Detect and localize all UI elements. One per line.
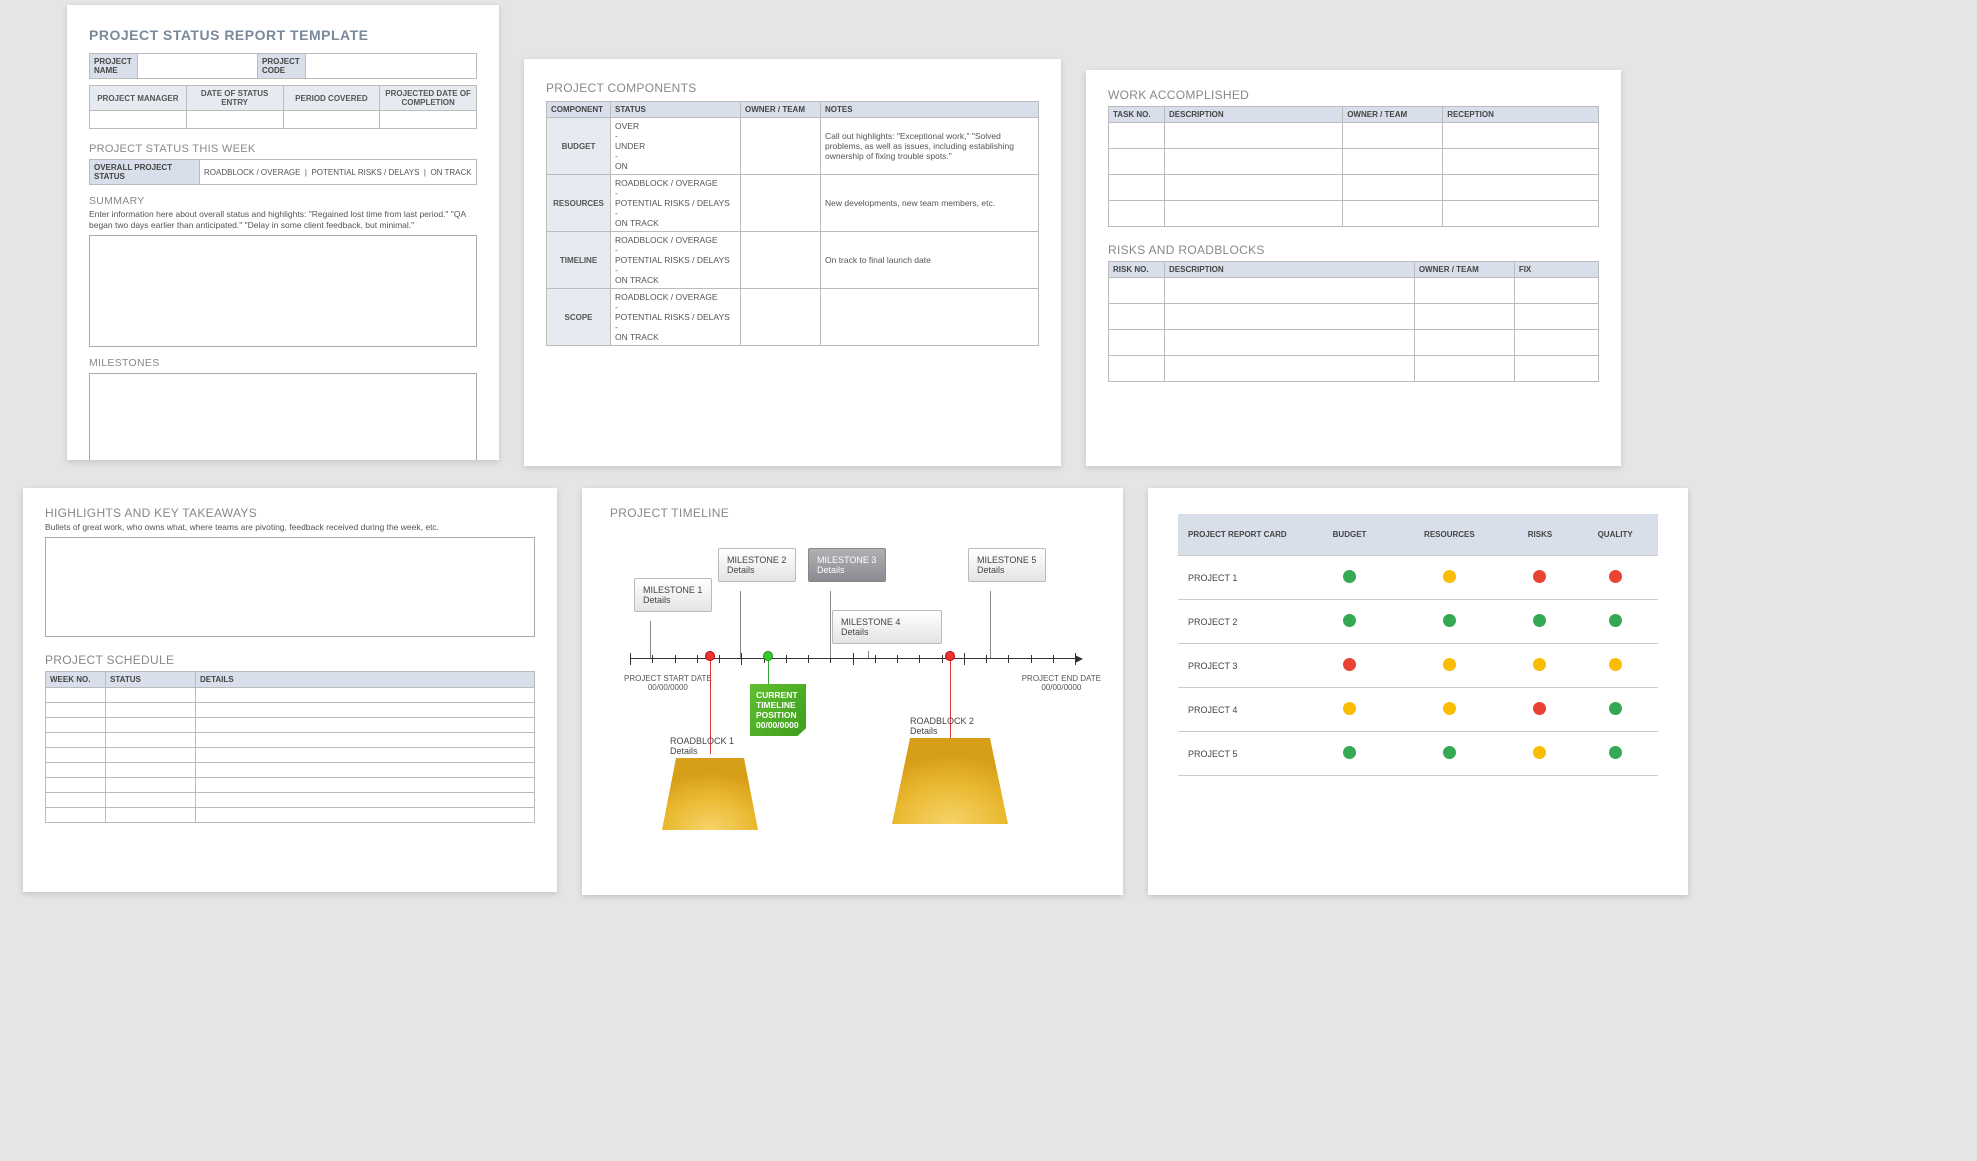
status-dot (1533, 570, 1546, 583)
page-4: HIGHLIGHTS AND KEY TAKEAWAYS Bullets of … (23, 488, 557, 892)
status-week-title: PROJECT STATUS THIS WEEK (89, 143, 477, 155)
highlights-help: Bullets of great work, who owns what, wh… (45, 522, 535, 533)
page-1: PROJECT STATUS REPORT TEMPLATE PROJECT N… (67, 5, 499, 460)
components-table: COMPONENT STATUS OWNER / TEAM NOTES BUDG… (546, 101, 1039, 346)
status-dot (1343, 570, 1356, 583)
trapezoid-icon (892, 738, 1008, 824)
label-project-code: PROJECT CODE (258, 54, 306, 79)
label-project-name: PROJECT NAME (90, 54, 138, 79)
work-table: TASK NO.DESCRIPTIONOWNER / TEAMRECEPTION (1108, 106, 1599, 227)
project-meta-table: PROJECT NAME PROJECT CODE (89, 53, 477, 79)
current-position-dot (763, 651, 773, 661)
page-5: PROJECT TIMELINE PROJECT START DATE00/00… (582, 488, 1123, 895)
risks-title: RISKS AND ROADBLOCKS (1108, 243, 1599, 257)
risks-table: RISK NO.DESCRIPTIONOWNER / TEAMFIX (1108, 261, 1599, 382)
page-2: PROJECT COMPONENTS COMPONENT STATUS OWNE… (524, 59, 1061, 466)
roadblock-2-dot (945, 651, 955, 661)
milestone-1: MILESTONE 1Details (634, 578, 712, 612)
start-date-label: PROJECT START DATE00/00/0000 (624, 674, 712, 692)
milestone-2: MILESTONE 2Details (718, 548, 796, 582)
work-title: WORK ACCOMPLISHED (1108, 88, 1599, 102)
roadblock-2: ROADBLOCK 2Details (910, 716, 974, 736)
schedule-table: WEEK NO.STATUSDETAILS (45, 671, 535, 823)
status-legend-table: OVERALL PROJECT STATUS ROADBLOCK / OVERA… (89, 159, 477, 185)
milestone-4: MILESTONE 4Details (832, 610, 942, 644)
scorecard-row: PROJECT 1 (1178, 556, 1658, 600)
page-6: PROJECT REPORT CARD BUDGET RESOURCES RIS… (1148, 488, 1688, 895)
end-date-label: PROJECT END DATE00/00/0000 (1022, 674, 1101, 692)
roadblock-1: ROADBLOCK 1Details (670, 736, 734, 756)
timeline-title: PROJECT TIMELINE (610, 506, 1095, 520)
highlights-title: HIGHLIGHTS AND KEY TAKEAWAYS (45, 506, 535, 520)
summary-box[interactable] (89, 235, 477, 347)
milestones-box[interactable] (89, 373, 477, 460)
project-meta-table-2: PROJECT MANAGER DATE OF STATUS ENTRY PER… (89, 85, 477, 129)
milestone-3: MILESTONE 3Details (808, 548, 886, 582)
summary-help: Enter information here about overall sta… (89, 209, 477, 231)
page-3: WORK ACCOMPLISHED TASK NO.DESCRIPTIONOWN… (1086, 70, 1621, 466)
schedule-title: PROJECT SCHEDULE (45, 653, 535, 667)
timeline-axis (630, 658, 1075, 659)
highlights-box[interactable] (45, 537, 535, 637)
roadblock-1-dot (705, 651, 715, 661)
page-title: PROJECT STATUS REPORT TEMPLATE (89, 27, 477, 43)
scorecard-row: PROJECT 3 (1178, 644, 1658, 688)
status-dot (1609, 570, 1622, 583)
status-dot (1443, 570, 1456, 583)
components-title: PROJECT COMPONENTS (546, 81, 1039, 95)
milestone-5: MILESTONE 5Details (968, 548, 1046, 582)
scorecard-table: PROJECT REPORT CARD BUDGET RESOURCES RIS… (1178, 514, 1658, 776)
scorecard-row: PROJECT 4 (1178, 688, 1658, 732)
current-position-note: CURRENT TIMELINE POSITION00/00/0000 (750, 684, 806, 736)
trapezoid-icon (662, 758, 758, 830)
scorecard-row: PROJECT 2 (1178, 600, 1658, 644)
scorecard-row: PROJECT 5 (1178, 732, 1658, 776)
